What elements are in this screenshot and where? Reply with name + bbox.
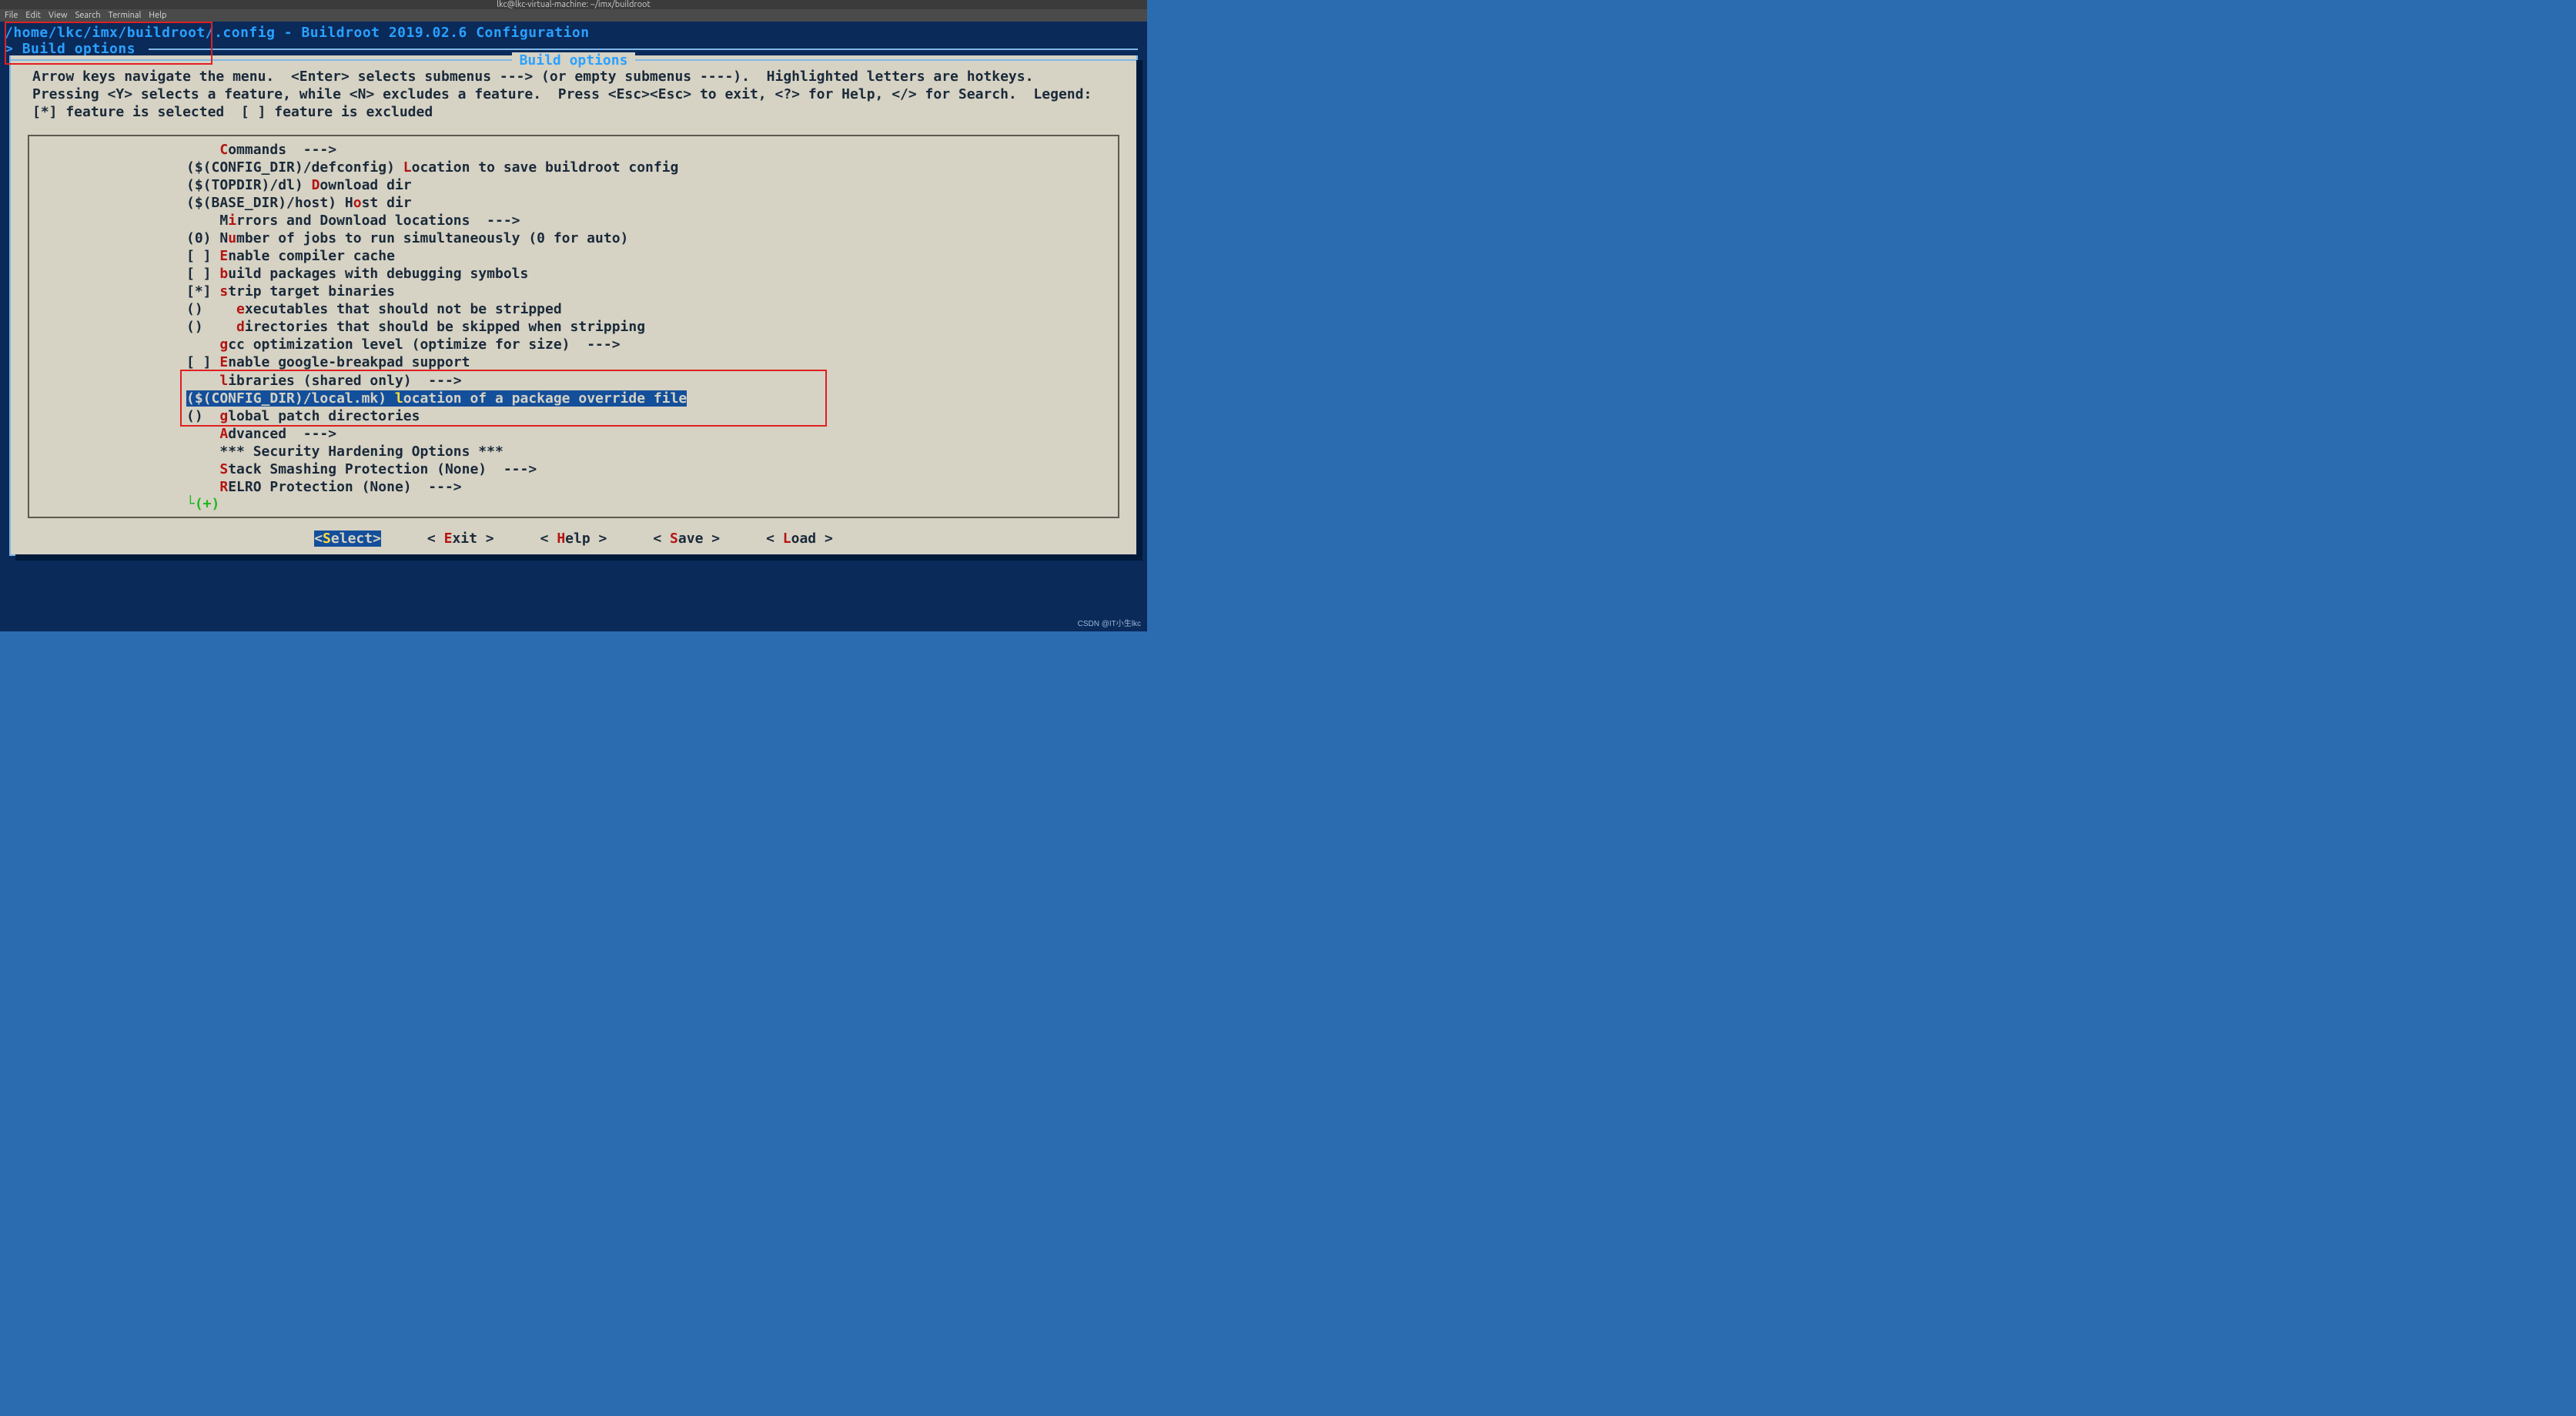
menu-item[interactable]: ($(TOPDIR)/dl) Download dir <box>32 176 1115 194</box>
terminal-area: /home/lkc/imx/buildroot/.config - Buildr… <box>0 22 1147 631</box>
app-menubar: File Edit View Search Terminal Help <box>0 9 1147 22</box>
menu-search[interactable]: Search <box>75 11 101 20</box>
menu-help[interactable]: Help <box>149 11 166 20</box>
menu-item[interactable]: Stack Smashing Protection (None) ---> <box>32 460 1115 478</box>
menu-box: Commands --->($(CONFIG_DIR)/defconfig) L… <box>28 135 1119 518</box>
menu-item[interactable]: () directories that should be skipped wh… <box>32 318 1115 336</box>
help-text: Arrow keys navigate the menu. <Enter> se… <box>11 65 1136 124</box>
window-title: lkc@lkc-virtual-machine: ~/imx/buildroot <box>497 0 651 9</box>
box-title: Build options <box>512 52 636 69</box>
save-button[interactable]: < Save > <box>653 531 720 547</box>
main-box: Build options Arrow keys navigate the me… <box>9 55 1138 556</box>
menu-list[interactable]: Commands --->($(CONFIG_DIR)/defconfig) L… <box>32 141 1115 496</box>
menu-item[interactable]: [ ] Enable google-breakpad support <box>32 353 1115 371</box>
menu-item[interactable]: (0) Number of jobs to run simultaneously… <box>32 229 1115 247</box>
menu-item[interactable]: [*] strip target binaries <box>32 283 1115 300</box>
menu-item[interactable]: gcc optimization level (optimize for siz… <box>32 336 1115 353</box>
breadcrumb-prefix: > <box>5 41 22 57</box>
window-titlebar: lkc@lkc-virtual-machine: ~/imx/buildroot <box>0 0 1147 9</box>
menu-item[interactable]: ($(BASE_DIR)/host) Host dir <box>32 194 1115 212</box>
select-button[interactable]: <Select> <box>314 531 381 547</box>
load-button[interactable]: < Load > <box>766 531 833 547</box>
menu-edit[interactable]: Edit <box>25 11 41 20</box>
menu-item[interactable]: libraries (shared only) ---> <box>32 372 1115 390</box>
menu-item[interactable]: [ ] Enable compiler cache <box>32 247 1115 265</box>
menu-item[interactable]: () executables that should not be stripp… <box>32 300 1115 318</box>
help-button[interactable]: < Help > <box>540 531 607 547</box>
menu-item[interactable]: ($(CONFIG_DIR)/defconfig) Location to sa… <box>32 159 1115 176</box>
menu-item[interactable]: *** Security Hardening Options *** <box>32 443 1115 460</box>
menu-item[interactable]: [ ] build packages with debugging symbol… <box>32 265 1115 283</box>
menu-item[interactable]: Advanced ---> <box>32 425 1115 443</box>
menu-item[interactable]: RELRO Protection (None) ---> <box>32 478 1115 496</box>
breadcrumb-rule <box>149 49 1138 50</box>
menu-file[interactable]: File <box>5 11 18 20</box>
menu-item[interactable]: ($(CONFIG_DIR)/local.mk) location of a p… <box>186 390 687 407</box>
menu-item[interactable]: Commands ---> <box>32 141 1115 159</box>
menu-item[interactable]: Mirrors and Download locations ---> <box>32 212 1115 229</box>
menu-terminal[interactable]: Terminal <box>109 11 142 20</box>
breadcrumb: Build options <box>22 41 135 57</box>
menu-item[interactable]: () global patch directories <box>32 407 1115 425</box>
watermark: CSDN @IT小生lkc <box>1078 617 1141 628</box>
button-bar: <Select> < Exit > < Help > < Save > < Load > <box>11 526 1136 548</box>
more-indicator: └(+) <box>32 496 1115 512</box>
config-path-line: /home/lkc/imx/buildroot/.config - Buildr… <box>5 25 1142 41</box>
exit-button[interactable]: < Exit > <box>427 531 494 547</box>
menu-view[interactable]: View <box>49 11 68 20</box>
